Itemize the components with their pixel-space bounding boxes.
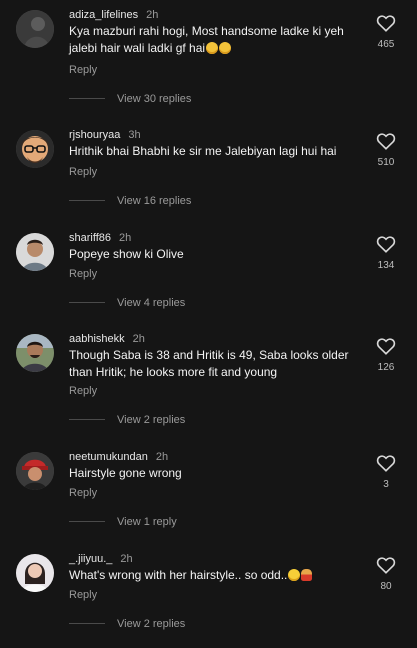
view-replies-button[interactable]: View 4 replies (69, 294, 186, 309)
comment-body: Though Saba is 38 and Hritik is 49, Saba… (69, 348, 349, 379)
like-control: 510 (366, 132, 406, 169)
comment-body: What's wrong with her hairstyle.. so odd… (69, 568, 288, 582)
username[interactable]: _.jiiyuu._ (69, 553, 112, 565)
avatar[interactable] (16, 334, 54, 372)
comment-text: Kya mazburi rahi hogi, Most handsome lad… (69, 23, 359, 57)
like-count: 510 (377, 157, 395, 168)
view-replies-button[interactable]: View 2 replies (69, 615, 186, 630)
reply-button[interactable]: Reply (69, 588, 97, 602)
like-count: 134 (377, 260, 395, 271)
username[interactable]: shariff86 (69, 232, 111, 244)
divider-line (69, 623, 105, 625)
timestamp: 3h (128, 129, 141, 141)
username[interactable]: adiza_lifelines (69, 9, 138, 21)
comment-text: Popeye show ki Olive (69, 246, 359, 263)
divider-line (69, 200, 105, 202)
heart-outline-icon[interactable] (376, 14, 396, 32)
grin-face-emoji-icon (288, 569, 301, 581)
reply-button[interactable]: Reply (69, 384, 97, 398)
heart-outline-icon[interactable] (376, 556, 396, 574)
sad-face-emoji-icon (206, 42, 219, 54)
username[interactable]: aabhishekk (69, 333, 125, 345)
username[interactable]: neetumukundan (69, 451, 148, 463)
comment-item: _.jiiyuu._ 2h What's wrong with her hairs… (0, 546, 417, 648)
divider-line (69, 521, 105, 523)
heart-outline-icon[interactable] (376, 337, 396, 355)
like-control: 80 (366, 556, 406, 593)
view-replies-button[interactable]: View 30 replies (69, 90, 192, 105)
timestamp: 2h (155, 451, 169, 463)
comment-body: Hairstyle gone wrong (69, 466, 182, 480)
view-replies-label: View 2 replies (117, 617, 186, 630)
like-control: 3 (366, 454, 406, 491)
timestamp: 2h (120, 553, 133, 565)
like-count: 80 (380, 581, 392, 592)
sad-face-emoji-icon (219, 42, 232, 54)
like-count: 465 (377, 39, 395, 50)
view-replies-label: View 2 replies (117, 413, 186, 426)
like-count: 126 (377, 362, 395, 373)
comment-body: Hrithik bhai Bhabhi ke sir me Jalebiyan … (69, 144, 337, 158)
comment-item: shariff86 2h Popeye show ki Olive Reply V… (0, 225, 417, 327)
reply-button[interactable]: Reply (69, 63, 97, 77)
timestamp: 2h (146, 9, 159, 21)
timestamp: 2h (132, 333, 145, 345)
comment-text: Hrithik bhai Bhabhi ke sir me Jalebiyan … (69, 143, 359, 160)
view-replies-label: View 4 replies (117, 296, 186, 309)
avatar[interactable] (16, 130, 54, 168)
heart-outline-icon[interactable] (376, 454, 396, 472)
comment-item: aabhishekk 2h Though Saba is 38 and Hriti… (0, 326, 417, 428)
view-replies-label: View 16 replies (117, 194, 192, 207)
like-control: 465 (366, 14, 406, 51)
comment-meta: rjshouryaa 3h (69, 128, 141, 142)
avatar[interactable] (16, 452, 54, 490)
avatar[interactable] (16, 233, 54, 271)
person-gesturing-emoji-icon (301, 569, 313, 581)
reply-button[interactable]: Reply (69, 165, 97, 179)
view-replies-label: View 1 reply (117, 515, 177, 528)
like-control: 134 (366, 235, 406, 272)
comments-list: adiza_lifelines 2h Kya mazburi rahi hogi,… (0, 0, 417, 634)
comment-meta: adiza_lifelines 2h (69, 8, 158, 22)
avatar[interactable] (16, 10, 54, 48)
comment-text: Though Saba is 38 and Hritik is 49, Saba… (69, 347, 359, 381)
view-replies-button[interactable]: View 1 reply (69, 513, 177, 528)
divider-line (69, 419, 105, 421)
view-replies-button[interactable]: View 2 replies (69, 411, 186, 426)
timestamp: 2h (119, 232, 132, 244)
like-count: 3 (383, 479, 389, 490)
comment-meta: neetumukundan 2h (69, 450, 168, 464)
comment-item: neetumukundan 2h Hairstyle gone wrong Rep… (0, 444, 417, 546)
comment-text: What's wrong with her hairstyle.. so odd… (69, 567, 359, 584)
like-control: 126 (366, 337, 406, 374)
avatar[interactable] (16, 554, 54, 592)
view-replies-button[interactable]: View 16 replies (69, 192, 192, 207)
reply-button[interactable]: Reply (69, 486, 97, 500)
comment-meta: shariff86 2h (69, 231, 131, 245)
divider-line (69, 98, 105, 100)
comment-item: rjshouryaa 3h Hrithik bhai Bhabhi ke sir … (0, 122, 417, 224)
username[interactable]: rjshouryaa (69, 129, 120, 141)
divider-line (69, 302, 105, 304)
reply-button[interactable]: Reply (69, 267, 97, 281)
view-replies-label: View 30 replies (117, 92, 192, 105)
heart-outline-icon[interactable] (376, 235, 396, 253)
heart-outline-icon[interactable] (376, 132, 396, 150)
comment-meta: _.jiiyuu._ 2h (69, 552, 133, 566)
comment-item: adiza_lifelines 2h Kya mazburi rahi hogi,… (0, 2, 417, 105)
comment-text: Hairstyle gone wrong (69, 465, 359, 482)
comment-body: Popeye show ki Olive (69, 247, 184, 261)
comment-meta: aabhishekk 2h (69, 332, 145, 346)
